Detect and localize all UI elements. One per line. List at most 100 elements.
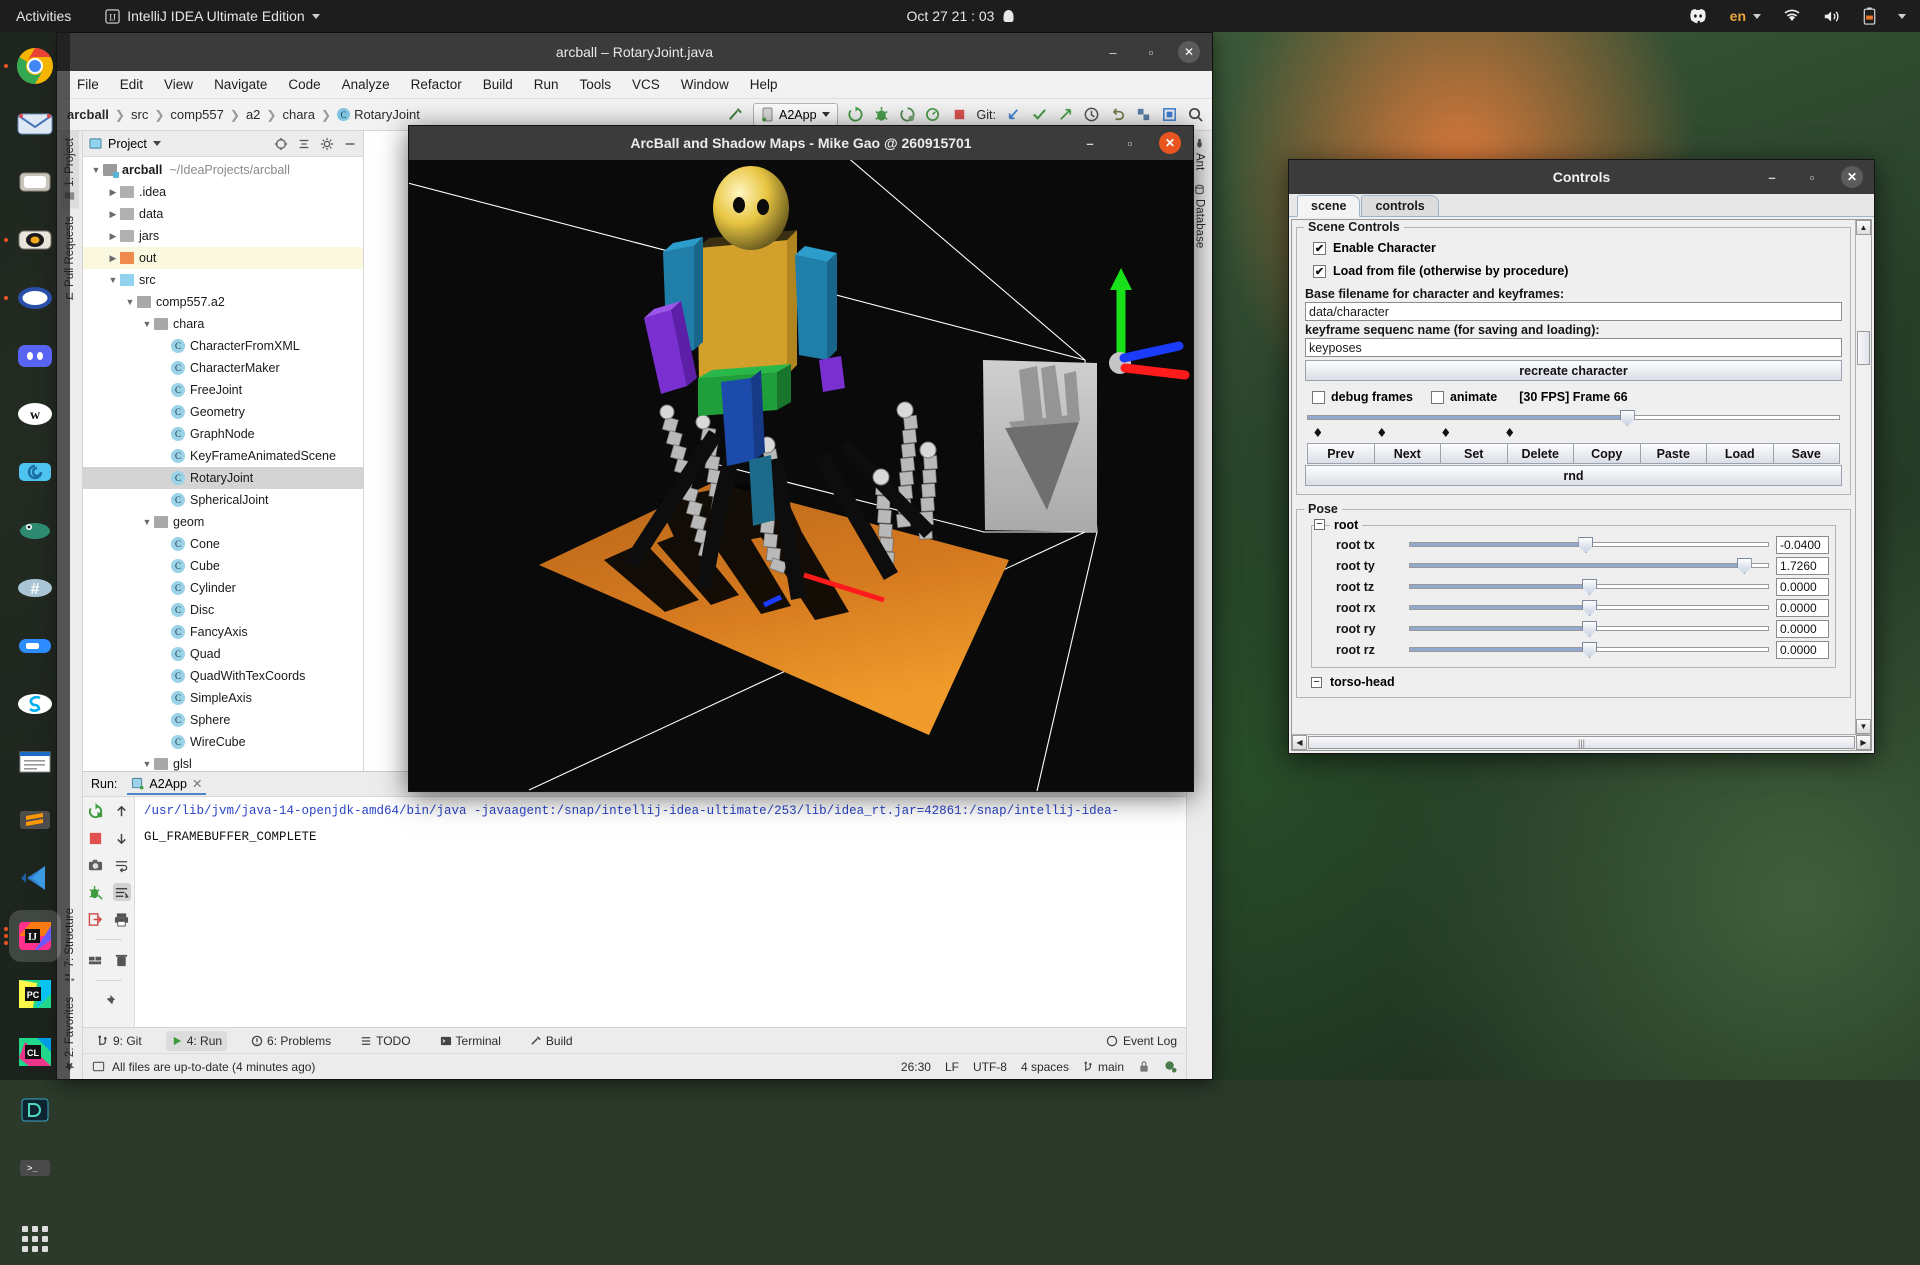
caret-position[interactable]: 26:30 (901, 1060, 931, 1074)
tree-node-graphnode[interactable]: CGraphNode (83, 423, 363, 445)
breadcrumb-chara[interactable]: chara (282, 107, 315, 122)
torso-head-collapse-toggle[interactable]: − (1311, 677, 1322, 688)
set-button[interactable]: Set (1440, 443, 1507, 464)
close-button[interactable]: ✕ (1178, 41, 1200, 63)
dock-item-spiral-app[interactable] (9, 446, 61, 498)
menu-vcs[interactable]: VCS (624, 74, 668, 95)
tree-node-simpleaxis[interactable]: CSimpleAxis (83, 687, 363, 709)
camera-icon[interactable] (87, 856, 105, 874)
tab-controls[interactable]: controls (1361, 195, 1438, 216)
pose-value-root-ty[interactable]: 1.7260 (1776, 557, 1829, 575)
breadcrumb-arcball[interactable]: arcball (67, 107, 109, 122)
tree-node-cylinder[interactable]: CCylinder (83, 577, 363, 599)
scroll-to-end-icon[interactable] (113, 883, 131, 901)
trash-icon[interactable] (113, 951, 131, 969)
tool-window-run[interactable]: 4: Run (166, 1031, 227, 1051)
lock-icon[interactable] (1138, 1060, 1150, 1073)
tree-node-sphericaljoint[interactable]: CSphericalJoint (83, 489, 363, 511)
dock-item-gimp[interactable] (9, 504, 61, 556)
hide-icon[interactable] (343, 137, 357, 151)
dock-item-sublime-text[interactable] (9, 794, 61, 846)
maximize-button[interactable]: ▫ (1119, 132, 1141, 154)
run-console[interactable]: /usr/lib/jvm/java-14-openjdk-amd64/bin/j… (135, 797, 1186, 1027)
menu-analyze[interactable]: Analyze (334, 74, 398, 95)
update-project-icon[interactable] (1005, 106, 1022, 123)
slider-knob[interactable] (1620, 410, 1635, 426)
tool-window-problems[interactable]: 6: Problems (246, 1031, 336, 1051)
pin-icon[interactable] (100, 992, 118, 1010)
collapse-all-icon[interactable] (297, 137, 311, 151)
recreate-character-button[interactable]: recreate character (1305, 360, 1842, 381)
tree-node-characterfromxml[interactable]: CCharacterFromXML (83, 335, 363, 357)
enable-character-row[interactable]: ✔ Enable Character (1313, 241, 1842, 255)
chevron-down-icon[interactable] (153, 141, 161, 146)
git-branch-widget[interactable]: main (1083, 1060, 1124, 1074)
menu-help[interactable]: Help (742, 74, 786, 95)
dock-item-show-applications[interactable] (9, 1213, 61, 1265)
tool-window-git[interactable]: 9: Git (92, 1031, 147, 1051)
dock-item-files-nautilus[interactable] (9, 156, 61, 208)
save-button[interactable]: Save (1773, 443, 1841, 464)
tree-node-arcball[interactable]: ▼arcball~/IdeaProjects/arcball (83, 159, 363, 181)
debug-frames-row[interactable]: debug frames (1312, 390, 1413, 404)
app-menu-button[interactable]: IJ IntelliJ IDEA Ultimate Edition (105, 8, 319, 24)
root-collapse-toggle[interactable]: − (1314, 519, 1325, 530)
slider-knob[interactable] (1737, 558, 1752, 574)
activities-button[interactable]: Activities (16, 8, 71, 24)
tree-expand-arrow[interactable]: ▼ (140, 319, 154, 329)
dock-item-ubuntu-software[interactable] (9, 272, 61, 324)
minimize-button[interactable]: – (1079, 132, 1101, 154)
pose-value-root-rz[interactable]: 0.0000 (1776, 641, 1829, 659)
tree-node-geometry[interactable]: CGeometry (83, 401, 363, 423)
tree-node-geom[interactable]: ▼geom (83, 511, 363, 533)
pose-slider-root-tz[interactable] (1409, 579, 1769, 595)
menu-window[interactable]: Window (673, 74, 737, 95)
close-button[interactable]: ✕ (1841, 166, 1863, 188)
tree-node-wirecube[interactable]: CWireCube (83, 731, 363, 753)
scroll-down-arrow-icon[interactable]: ▼ (1856, 719, 1871, 734)
dock-item-wire[interactable]: w (9, 388, 61, 440)
scrollbar-thumb[interactable]: ||| (1308, 736, 1855, 749)
tree-node-data[interactable]: ▶data (83, 203, 363, 225)
debug-frames-checkbox[interactable] (1312, 391, 1325, 404)
pose-slider-root-ty[interactable] (1409, 558, 1769, 574)
close-icon[interactable]: ✕ (192, 776, 202, 791)
breadcrumb-comp557[interactable]: comp557 (170, 107, 223, 122)
push-icon[interactable] (1057, 106, 1074, 123)
menu-run[interactable]: Run (526, 74, 567, 95)
paste-button[interactable]: Paste (1640, 443, 1707, 464)
next-button[interactable]: Next (1374, 443, 1441, 464)
scroll-up-icon[interactable] (113, 802, 131, 820)
tree-node-freejoint[interactable]: CFreeJoint (83, 379, 363, 401)
dock-item-skype[interactable] (9, 678, 61, 730)
dock-item-datagrip[interactable] (9, 1084, 61, 1136)
export-icon[interactable] (87, 910, 105, 928)
timeline-slider[interactable] (1307, 410, 1840, 426)
rnd-button[interactable]: rnd (1305, 465, 1842, 486)
tree-expand-arrow[interactable]: ▼ (106, 275, 120, 285)
slider-knob[interactable] (1578, 537, 1593, 553)
scrollbar-thumb[interactable] (1857, 331, 1870, 365)
rollback-icon[interactable] (1109, 106, 1126, 123)
tree-expand-arrow[interactable]: ▶ (106, 187, 120, 198)
stop-icon[interactable] (87, 829, 105, 847)
tree-node-disc[interactable]: CDisc (83, 599, 363, 621)
slider-knob[interactable] (1582, 600, 1597, 616)
load-from-file-row[interactable]: ✔ Load from file (otherwise by procedure… (1313, 264, 1842, 278)
menu-code[interactable]: Code (280, 74, 328, 95)
menu-build[interactable]: Build (475, 74, 521, 95)
scroll-right-arrow-icon[interactable]: ▶ (1856, 735, 1871, 750)
dock-item-clion[interactable]: CL (9, 1026, 61, 1078)
tree-node-jars[interactable]: ▶jars (83, 225, 363, 247)
dock-item-zoom[interactable] (9, 620, 61, 672)
load-from-file-checkbox[interactable]: ✔ (1313, 265, 1326, 278)
dock-item-intellij-idea[interactable]: IJ (9, 910, 61, 962)
select-in-icon[interactable] (1161, 106, 1178, 123)
keyboard-layout-menu[interactable]: en (1730, 8, 1761, 24)
slider-knob[interactable] (1582, 621, 1597, 637)
animate-checkbox[interactable] (1431, 391, 1444, 404)
tree-node-cube[interactable]: CCube (83, 555, 363, 577)
pose-slider-root-rx[interactable] (1409, 600, 1769, 616)
dock-item-thunderbird-mail[interactable] (9, 98, 61, 150)
maximize-button[interactable]: ▫ (1801, 166, 1823, 188)
